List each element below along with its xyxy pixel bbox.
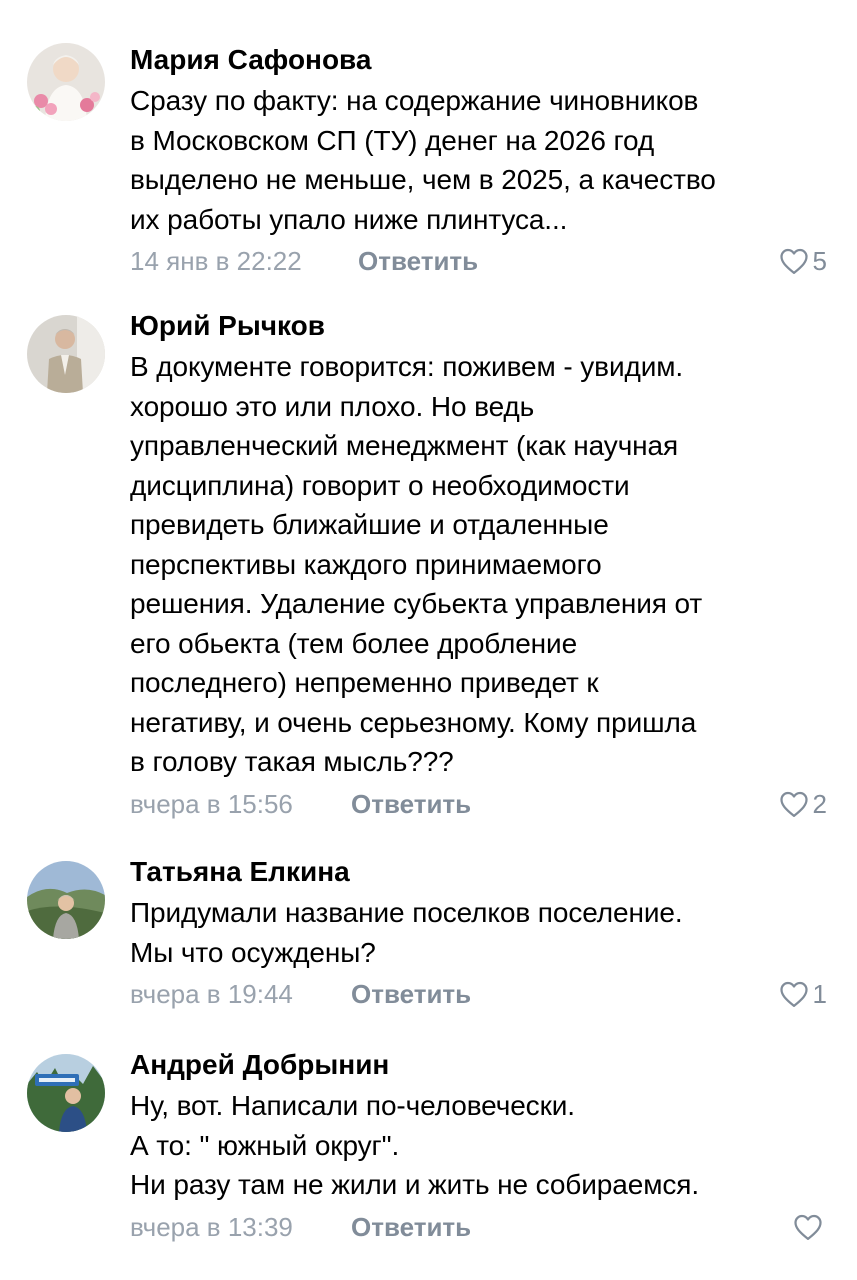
like-count: 1 — [812, 979, 827, 1009]
comment-author[interactable]: Юрий Рычков — [130, 309, 830, 343]
like-button[interactable]: 5 — [779, 243, 827, 279]
like-count: 5 — [812, 246, 827, 276]
comment-timestamp: вчера в 19:44 — [130, 979, 293, 1009]
heart-outline-icon — [779, 248, 808, 274]
comment-meta: 14 янв в 22:22 Ответить 5 — [130, 243, 830, 279]
comment-meta: вчера в 19:44 Ответить 1 — [130, 976, 830, 1012]
heart-outline-icon — [794, 1214, 822, 1240]
like-count: 2 — [812, 788, 827, 819]
avatar[interactable] — [27, 861, 105, 939]
comment-text: Придумали название поселков поселение. М… — [130, 897, 683, 968]
comment-author[interactable]: Татьяна Елкина — [130, 855, 830, 889]
comment-text: Ну, вот. Написали по-человечески. А то: … — [130, 1090, 699, 1200]
reply-button[interactable]: Ответить — [351, 976, 471, 1012]
like-button[interactable] — [793, 1209, 827, 1245]
comment-text: В документе говорится: поживем - увидим.… — [130, 351, 703, 777]
comment-timestamp: вчера в 15:56 — [130, 788, 293, 819]
avatar[interactable] — [27, 1054, 105, 1132]
comment-meta: вчера в 13:39 Ответить — [130, 1209, 830, 1245]
like-button[interactable]: 2 — [779, 786, 827, 822]
reply-button[interactable]: Ответить — [351, 786, 471, 822]
heart-outline-icon — [779, 981, 808, 1007]
heart-outline-icon — [779, 791, 808, 817]
comment-meta: вчера в 15:56 Ответить 2 — [130, 786, 830, 822]
avatar[interactable] — [27, 315, 105, 393]
comment-author[interactable]: Мария Сафонова — [130, 43, 830, 77]
comment-timestamp: 14 янв в 22:22 — [130, 246, 302, 276]
comment-timestamp: вчера в 13:39 — [130, 1211, 293, 1242]
comment-text: Сразу по факту: на содержание чиновников… — [130, 85, 716, 235]
reply-button[interactable]: Ответить — [358, 243, 478, 279]
comment-author[interactable]: Андрей Добрынин — [130, 1048, 830, 1082]
avatar[interactable] — [27, 43, 105, 121]
like-button[interactable]: 1 — [779, 976, 827, 1012]
reply-button[interactable]: Ответить — [351, 1209, 471, 1245]
